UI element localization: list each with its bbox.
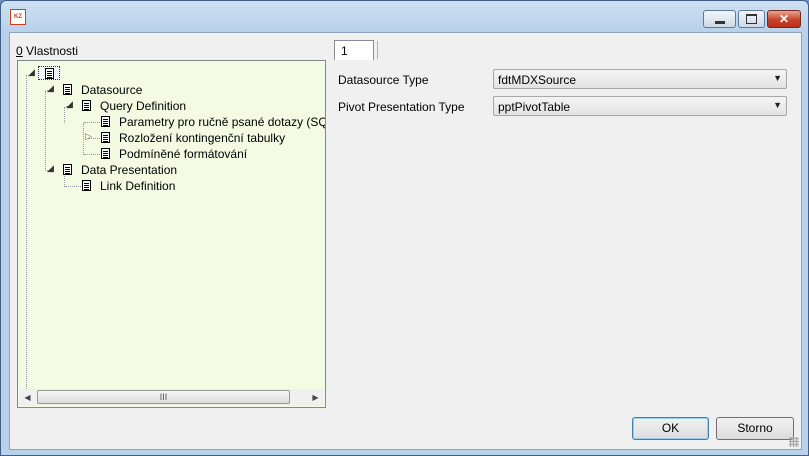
dialog-window: KZ ✕ 0 Vlastnosti ◢ ◢ Datasource ◢ Query… [0,0,809,456]
properties-tree[interactable]: ◢ ◢ Datasource ◢ Query Definition Parame… [17,60,326,408]
pivot-presentation-type-label: Pivot Presentation Type [338,100,465,114]
title-bar[interactable]: KZ ✕ [1,1,808,33]
collapsed-triangle-icon[interactable]: ▷ [85,132,94,141]
pivot-presentation-type-select[interactable]: pptPivotTable ▼ [493,96,787,116]
tab-1[interactable]: 1 [334,40,374,60]
tab-divider [377,41,378,59]
document-icon [82,180,91,191]
document-icon [63,164,72,175]
properties-label: 0 Vlastnosti [16,44,79,58]
maximize-button[interactable] [738,10,765,28]
close-icon: ✕ [778,12,790,26]
close-button[interactable]: ✕ [767,10,801,28]
minimize-button[interactable] [703,10,736,28]
datasource-type-select[interactable]: fdtMDXSource ▼ [493,69,787,89]
scroll-left-icon[interactable]: ◀ [19,389,36,406]
document-icon [45,68,54,79]
document-icon [101,116,110,127]
resize-grip-icon[interactable] [789,437,799,447]
document-icon [101,148,110,159]
document-icon [101,132,110,143]
expanded-triangle-icon[interactable]: ◢ [28,68,37,77]
scroll-thumb[interactable]: III [37,390,290,404]
dialog-content: 0 Vlastnosti ◢ ◢ Datasource ◢ Query Defi… [9,32,802,450]
app-logo-icon: KZ [10,9,26,25]
ok-button[interactable]: OK [632,417,709,440]
expanded-triangle-icon[interactable]: ◢ [47,84,56,93]
chevron-down-icon: ▼ [773,73,782,83]
expanded-triangle-icon[interactable]: ◢ [66,100,75,109]
scroll-right-icon[interactable]: ▶ [307,389,324,406]
document-icon [63,84,72,95]
minimize-icon [714,20,725,24]
datasource-type-label: Datasource Type [338,73,429,87]
document-icon [82,100,91,111]
maximize-icon [746,14,757,24]
cancel-button[interactable]: Storno [716,417,794,440]
expanded-triangle-icon[interactable]: ◢ [47,164,56,173]
chevron-down-icon: ▼ [773,100,782,110]
tree-horizontal-scrollbar[interactable]: ◀ III ▶ [19,389,324,406]
